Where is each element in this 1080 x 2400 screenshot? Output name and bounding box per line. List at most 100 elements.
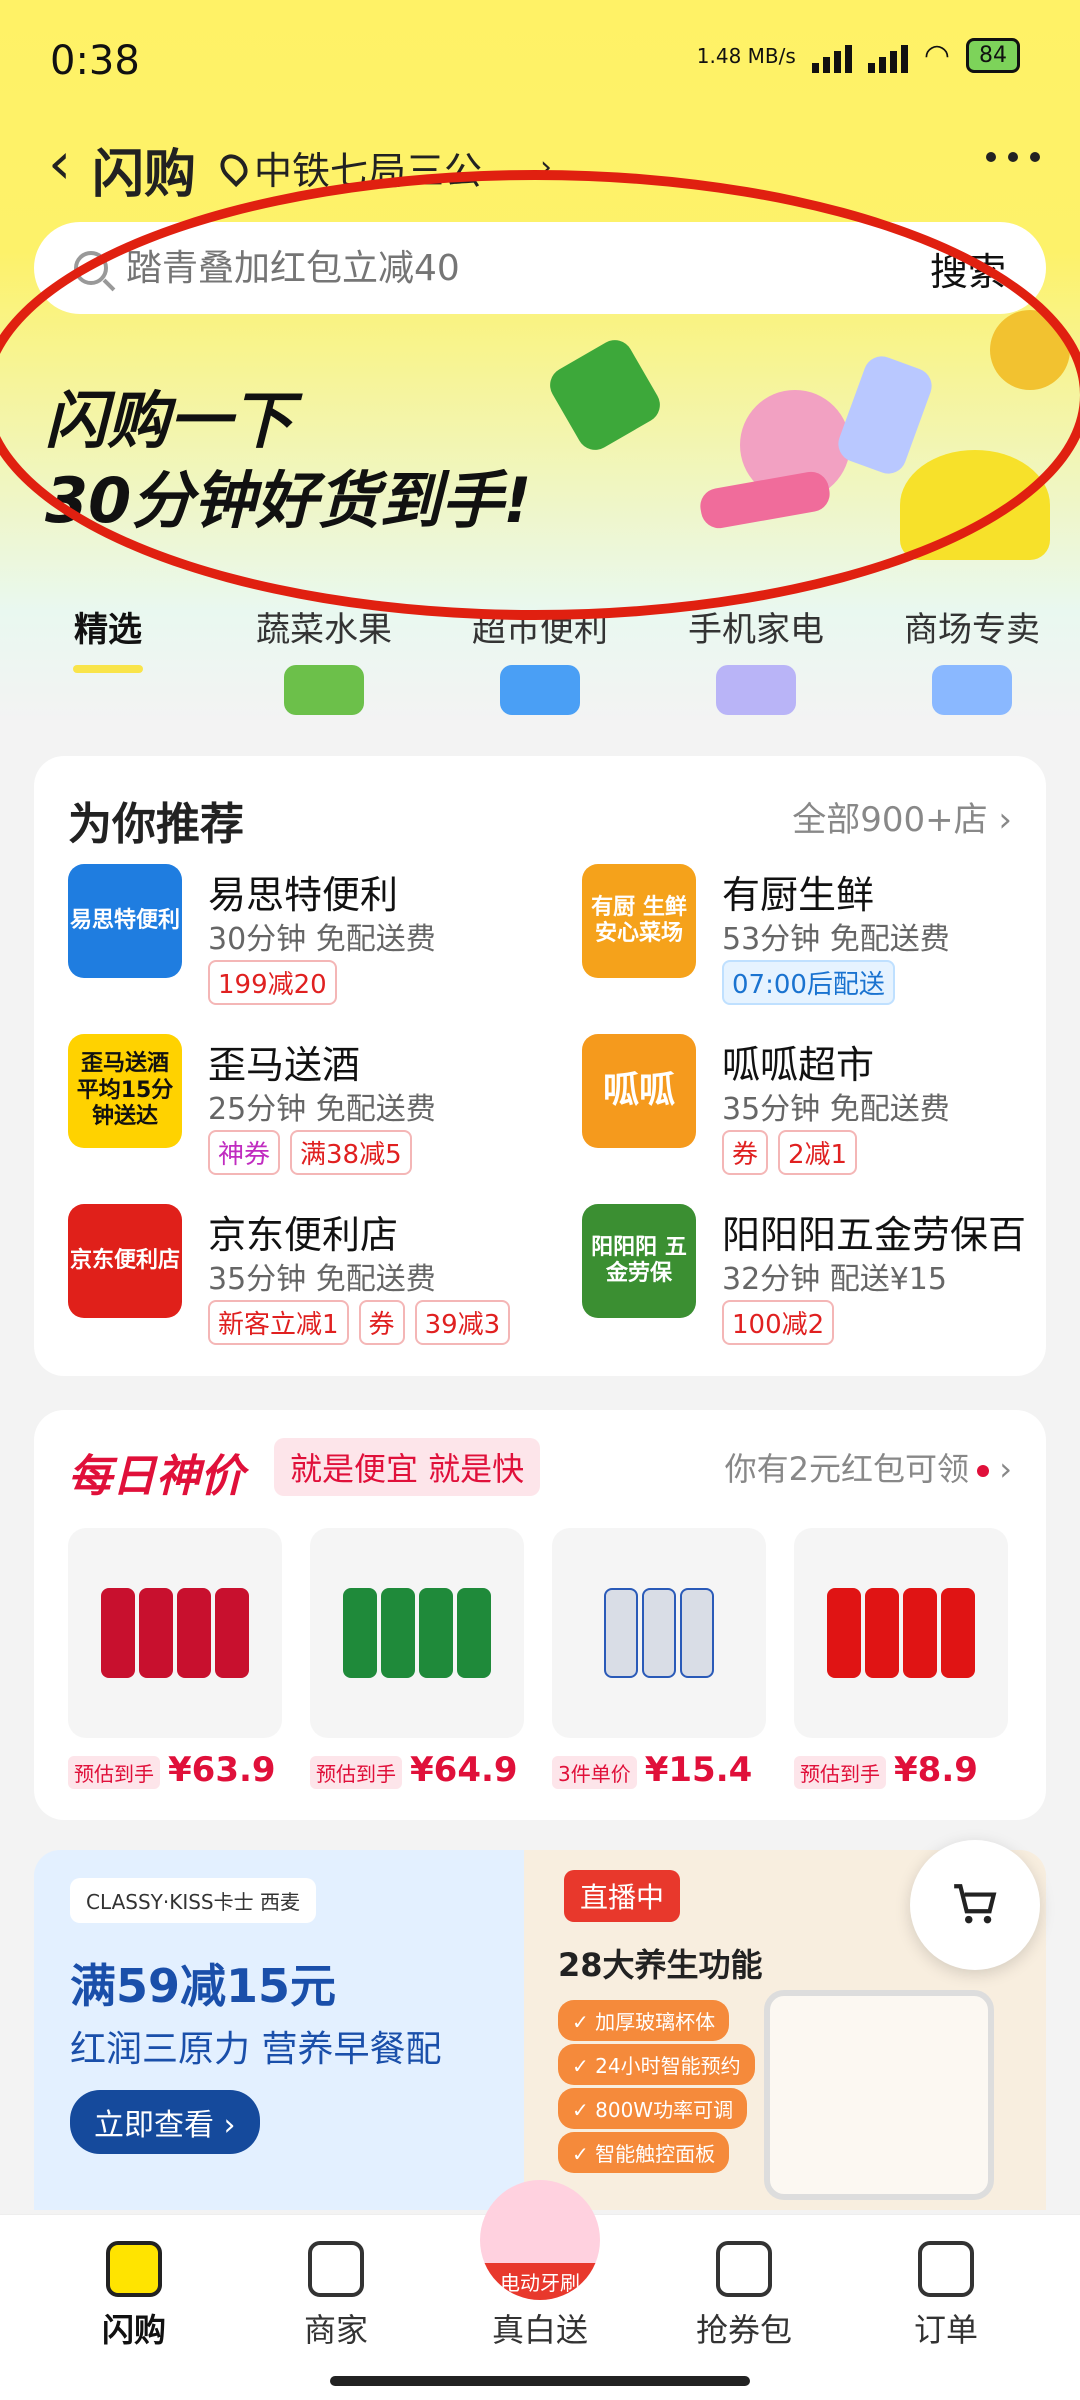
nav-flash-buy[interactable]: 闪购 <box>44 2231 224 2351</box>
coupon-tag: 券 <box>358 1300 405 1345</box>
promo-ad-card[interactable]: CLASSY·KISS卡士 西麦 满59减15元 红润三原力 营养早餐配 立即查… <box>34 1850 524 2210</box>
all-stores-link[interactable]: 全部900+店 › <box>792 792 1012 841</box>
store-icon <box>308 2241 364 2297</box>
cart-button[interactable] <box>910 1840 1040 1970</box>
brand-logo: CLASSY·KISS卡士 西麦 <box>70 1878 316 1923</box>
shopping-bag-icon <box>106 2241 162 2297</box>
feature-tag: ✓ 24小时智能预约 <box>558 2044 755 2085</box>
back-icon[interactable]: ‹ <box>48 134 71 192</box>
store-info: 35分钟 免配送费 <box>722 1092 950 1127</box>
deals-title: 每日神价 <box>68 1451 244 1502</box>
promo-title: 满59减15元 <box>70 1959 337 2013</box>
store-logo: 呱呱 <box>582 1034 696 1148</box>
signal-icon <box>811 39 852 73</box>
live-title: 28大养生功能 <box>558 1946 763 1984</box>
coca-cola-image <box>794 1528 1008 1738</box>
store-item[interactable]: 阳阳阳 五金劳保 阳阳阳五金劳保百 32分钟 配送¥15 100减2 <box>548 1204 1028 1364</box>
product-item[interactable]: 3件单价 ¥15.4 <box>552 1528 766 1790</box>
store-info: 53分钟 免配送费 <box>722 922 950 957</box>
live-badge: 直播中 <box>564 1870 681 1922</box>
budweiser-image <box>68 1528 282 1738</box>
store-logo: 易思特便利 <box>68 864 182 978</box>
product-item[interactable]: 预估到手 ¥64.9 <box>310 1528 524 1790</box>
store-logo: 阳阳阳 五金劳保 <box>582 1204 696 1318</box>
store-item[interactable]: 有厨 生鲜 安心菜场 有厨生鲜 53分钟 免配送费 07:00后配送 <box>548 864 1028 1024</box>
discount-tag: 2减1 <box>778 1130 858 1175</box>
discount-tag: 100减2 <box>722 1300 835 1345</box>
store-info: 25分钟 免配送费 <box>208 1092 436 1127</box>
price-value: ¥15.4 <box>644 1750 753 1790</box>
feature-tag: ✓ 800W功率可调 <box>558 2088 748 2129</box>
price-label: 3件单价 <box>552 1756 637 1789</box>
price-value: ¥8.9 <box>894 1750 978 1790</box>
heineken-image <box>310 1528 524 1738</box>
status-icons: 1.48 MB/s ◠ 84 <box>697 38 1020 73</box>
nav-merchants[interactable]: 商家 <box>246 2231 426 2351</box>
store-name: 京东便利店 <box>208 1213 399 1257</box>
kettle-image <box>764 1990 994 2200</box>
coupon-tag: 券 <box>722 1130 769 1175</box>
status-time: 0:38 <box>50 38 140 84</box>
store-item[interactable]: 呱呱 呱呱超市 35分钟 免配送费 券 2减1 <box>548 1034 1028 1194</box>
recommend-card: 为你推荐 全部900+店 › 易思特便利 易思特便利 30分钟 免配送费 199… <box>34 756 1046 1376</box>
signal-2-icon <box>867 39 908 73</box>
product-item[interactable]: 预估到手 ¥63.9 <box>68 1528 282 1790</box>
page-title: 闪购 <box>92 145 197 205</box>
store-logo: 有厨 生鲜 安心菜场 <box>582 864 696 978</box>
deals-subtitle: 就是便宜 就是快 <box>274 1438 541 1496</box>
discount-tag: 199减20 <box>208 960 337 1005</box>
nav-orders[interactable]: 订单 <box>856 2231 1036 2351</box>
nav-coupons[interactable]: 抢券包 <box>654 2231 834 2351</box>
store-info: 30分钟 免配送费 <box>208 922 436 957</box>
price-label: 预估到手 <box>794 1756 886 1789</box>
cart-icon <box>954 1884 997 1924</box>
vegetables-icon <box>284 665 364 715</box>
daily-deals-card: 每日神价 就是便宜 就是快 你有2元红包可领 › 预估到手 ¥63.9 预估到手 ¥… <box>34 1410 1046 1820</box>
store-name: 阳阳阳五金劳保百 <box>722 1213 1027 1257</box>
store-item[interactable]: 京东便利店 京东便利店 35分钟 免配送费 新客立减1 券 39减3 <box>34 1204 514 1364</box>
store-logo: 京东便利店 <box>68 1204 182 1318</box>
store-name: 歪马送酒 <box>208 1043 361 1087</box>
store-item[interactable]: 易思特便利 易思特便利 30分钟 免配送费 199减20 <box>34 864 514 1024</box>
store-item[interactable]: 歪马送酒 平均15分钟送达 歪马送酒 25分钟 免配送费 神券 满38减5 <box>34 1034 514 1194</box>
basket-icon <box>500 665 580 715</box>
red-packet-link[interactable]: 你有2元红包可领 › <box>725 1444 1012 1490</box>
coupon-tag: 神券 <box>208 1130 281 1175</box>
order-icon <box>918 2241 974 2297</box>
location-pin-icon <box>214 148 254 187</box>
price-value: ¥63.9 <box>168 1750 276 1790</box>
delivery-time-tag: 07:00后配送 <box>722 960 895 1005</box>
home-indicator[interactable] <box>330 2376 750 2386</box>
battery-icon: 84 <box>966 38 1020 73</box>
coupon-icon <box>716 2241 772 2297</box>
wifi-icon: ◠ <box>923 38 950 73</box>
red-dot-icon <box>977 1465 990 1477</box>
store-name: 易思特便利 <box>208 873 399 917</box>
tab-mall[interactable]: 商场专卖 <box>864 590 1080 720</box>
feature-tag: ✓ 智能触控面板 <box>558 2132 730 2173</box>
discount-tag: 满38减5 <box>290 1130 412 1175</box>
tab-featured[interactable]: 精选 <box>0 590 216 720</box>
red-annotation-circle <box>0 170 1080 620</box>
store-name: 呱呱超市 <box>722 1043 875 1087</box>
fan-icon <box>716 665 796 715</box>
price-label: 预估到手 <box>310 1756 402 1789</box>
status-bar: 0:38 1.48 MB/s ◠ 84 <box>0 30 1080 90</box>
price-value: ¥64.9 <box>410 1750 518 1790</box>
more-icon[interactable] <box>986 152 1040 162</box>
tsingtao-image <box>552 1528 766 1738</box>
net-speed: 1.48 MB/s <box>696 43 796 68</box>
store-info: 32分钟 配送¥15 <box>722 1262 947 1297</box>
store-name: 有厨生鲜 <box>722 873 875 917</box>
mall-icon <box>932 665 1012 715</box>
store-info: 35分钟 免配送费 <box>208 1262 436 1297</box>
toothbrush-promo-button[interactable]: 电动牙刷 <box>480 2180 600 2300</box>
store-logo: 歪马送酒 平均15分钟送达 <box>68 1034 182 1148</box>
price-label: 预估到手 <box>68 1756 160 1789</box>
product-item[interactable]: 预估到手 ¥8.9 <box>794 1528 1008 1790</box>
feature-tag: ✓ 加厚玻璃杯体 <box>558 2000 730 2041</box>
view-now-button[interactable]: 立即查看 › <box>70 2090 260 2154</box>
recommend-title: 为你推荐 <box>68 799 244 850</box>
new-customer-tag: 新客立减1 <box>208 1300 349 1345</box>
discount-tag: 39减3 <box>414 1300 511 1345</box>
